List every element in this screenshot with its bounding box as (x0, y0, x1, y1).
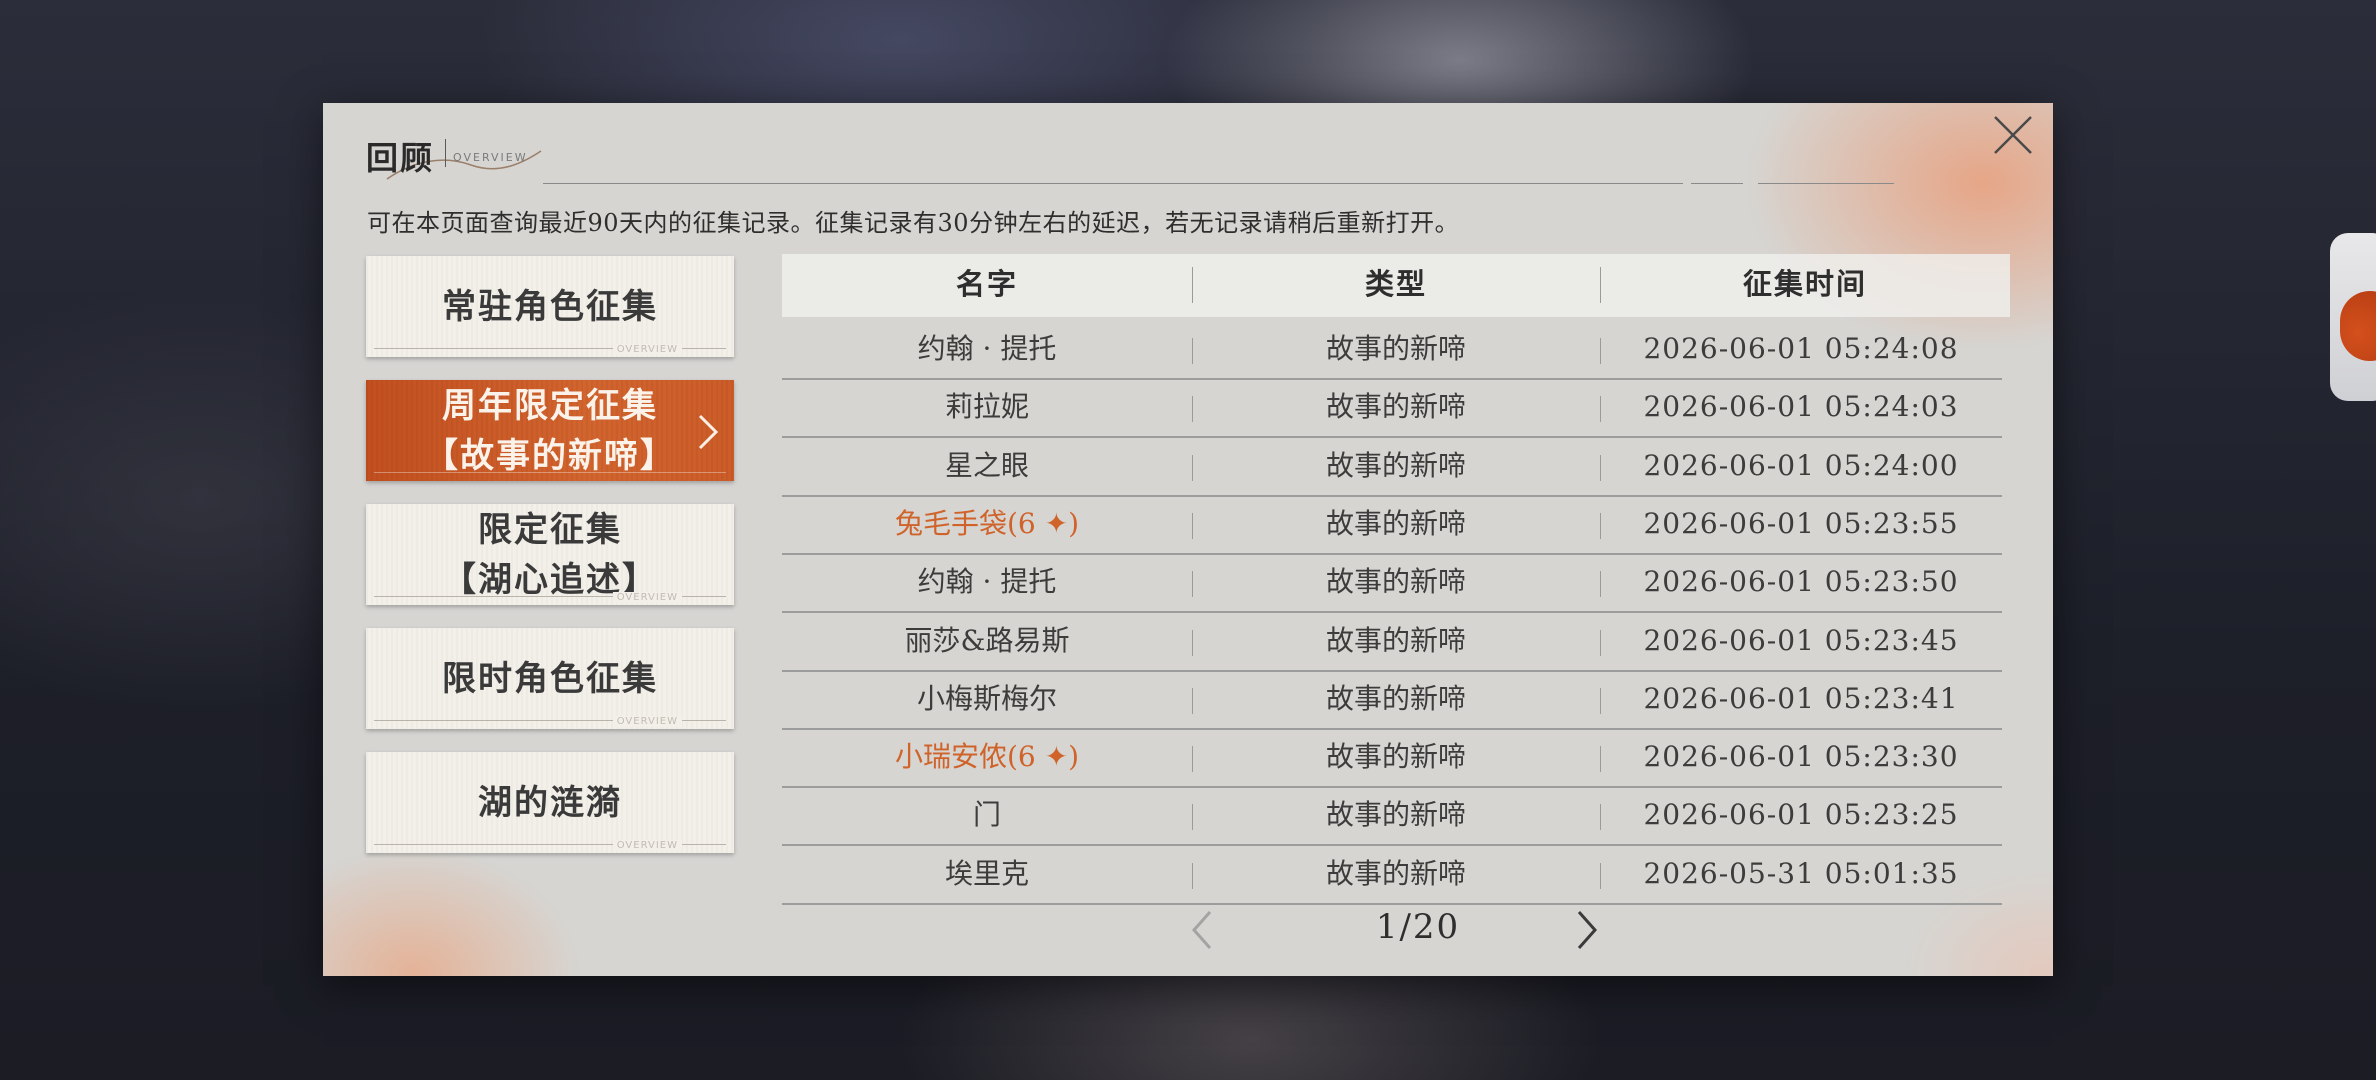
header-name: 名字 (955, 267, 1018, 301)
row-type: 故事的新啼 (1325, 681, 1466, 715)
prev-page-icon[interactable] (1188, 908, 1216, 952)
tab-label: 常驻角色征集 (442, 286, 658, 327)
notice-text: 可在本页面查询最近90天内的征集记录。征集记录有30分钟左右的延迟，若无记录请稍… (367, 209, 1460, 237)
title-divider (445, 139, 446, 167)
table-row: 小梅斯梅尔 故事的新啼 2026-06-01 05:23:41 (782, 670, 2002, 730)
table-row: 丽莎&路易斯 故事的新啼 2026-06-01 05:23:45 (782, 612, 2002, 672)
header-type: 类型 (1364, 267, 1427, 301)
row-type: 故事的新啼 (1325, 448, 1466, 482)
row-type: 故事的新啼 (1325, 390, 1466, 424)
header-rule (543, 183, 1683, 184)
row-name: 约翰 · 提托 (917, 332, 1057, 365)
row-time: 2026-06-01 05:24:08 (1643, 332, 1959, 365)
table-row: 埃里克 故事的新啼 2026-05-31 05:01:35 (782, 845, 2002, 905)
row-name: 兔毛手袋(6 ✦) (894, 506, 1080, 540)
tab-anniversary-recruit[interactable]: 周年限定征集 【故事的新啼】 (366, 380, 734, 481)
tab-label: 限定征集 【湖心追述】 (442, 509, 658, 600)
tab-standard-recruit[interactable]: 常驻角色征集 OVERVIEW (366, 256, 734, 357)
table-row: 星之眼 故事的新啼 2026-06-01 05:24:00 (782, 437, 2002, 497)
table-row: 小瑞安侬(6 ✦) 故事的新啼 2026-06-01 05:23:30 (782, 728, 2002, 789)
row-name: 约翰 · 提托 (917, 565, 1057, 599)
row-type: 故事的新啼 (1325, 740, 1466, 774)
panel-title-sub: OVERVIEW (453, 151, 528, 164)
next-page-icon[interactable] (1573, 908, 1601, 952)
tab-decoration-text: OVERVIEW (612, 344, 682, 355)
close-icon[interactable] (1989, 111, 2037, 159)
row-time: 2026-06-01 05:23:25 (1643, 798, 1959, 832)
row-time: 2026-06-01 05:23:55 (1643, 506, 1959, 540)
row-time: 2026-06-01 05:23:30 (1643, 740, 1959, 774)
tab-label: 湖的涟漪 (478, 782, 622, 823)
row-name: 莉拉妮 (944, 390, 1029, 424)
row-name: 小梅斯梅尔 (916, 681, 1057, 715)
float-ball-icon (2340, 291, 2376, 361)
side-float-widget[interactable] (2330, 233, 2376, 401)
tab-label: 周年限定征集 【故事的新啼】 (424, 385, 676, 476)
tab-lake-ripples[interactable]: 湖的涟漪 OVERVIEW (366, 752, 734, 853)
row-time: 2026-06-01 05:24:03 (1643, 390, 1959, 424)
panel-title: 回顾 (366, 139, 435, 177)
table-row: 门 故事的新啼 2026-06-01 05:23:25 (782, 786, 2002, 847)
row-name: 小瑞安侬(6 ✦) (894, 740, 1080, 774)
header-rule (1691, 183, 1743, 184)
row-time: 2026-06-01 05:23:50 (1643, 565, 1959, 599)
row-name: 星之眼 (944, 448, 1029, 482)
row-time: 2026-06-01 05:23:41 (1643, 681, 1959, 715)
table-row: 兔毛手袋(6 ✦) 故事的新啼 2026-06-01 05:23:55 (782, 495, 2002, 555)
table-row: 莉拉妮 故事的新啼 2026-06-01 05:24:03 (782, 378, 2002, 439)
row-type: 故事的新啼 (1325, 332, 1466, 365)
row-type: 故事的新啼 (1325, 856, 1466, 890)
row-type: 故事的新啼 (1325, 798, 1466, 832)
row-name: 埃里克 (944, 856, 1029, 890)
row-name: 门 (972, 798, 1001, 832)
row-time: 2026-05-31 05:01:35 (1643, 856, 1959, 890)
tab-timed-character-recruit[interactable]: 限时角色征集 OVERVIEW (366, 628, 734, 729)
header-rule (1758, 183, 1894, 184)
game-screen: 回顾 OVERVIEW 可在本页面查询最近90天内的征集记录。征集记录有30分钟… (0, 0, 2376, 1080)
row-time: 2026-06-01 05:23:45 (1643, 623, 1959, 657)
tab-decoration-line (374, 472, 726, 473)
row-time: 2026-06-01 05:24:00 (1643, 448, 1959, 482)
chevron-right-icon (698, 414, 719, 450)
overview-panel: 回顾 OVERVIEW 可在本页面查询最近90天内的征集记录。征集记录有30分钟… (323, 103, 2053, 976)
table-row: 约翰 · 提托 故事的新啼 2026-06-01 05:23:50 (782, 553, 2002, 614)
tab-decoration-text: OVERVIEW (612, 840, 682, 851)
table-row: 约翰 · 提托 故事的新啼 2026-06-01 05:24:08 (782, 320, 2002, 380)
header-time: 征集时间 (1742, 267, 1867, 301)
row-type: 故事的新啼 (1325, 623, 1466, 657)
tab-decoration-text: OVERVIEW (612, 592, 682, 603)
row-type: 故事的新啼 (1325, 565, 1466, 599)
tab-limited-recruit[interactable]: 限定征集 【湖心追述】 OVERVIEW (366, 504, 734, 605)
page-indicator: 1/20 (1375, 907, 1461, 947)
tab-label: 限时角色征集 (442, 658, 658, 699)
row-type: 故事的新啼 (1325, 506, 1466, 540)
tab-decoration-text: OVERVIEW (612, 716, 682, 727)
table-header: 名字 类型 征集时间 (782, 254, 2010, 317)
row-name: 丽莎&路易斯 (904, 623, 1070, 657)
